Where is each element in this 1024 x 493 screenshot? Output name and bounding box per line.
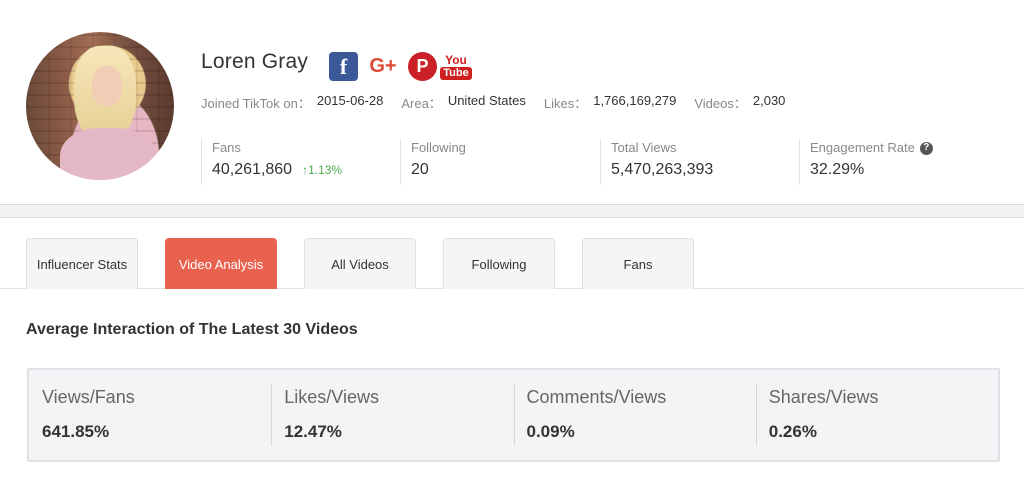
stat-engagement-rate: Engagement Rate ? 32.29% [799,139,994,185]
stat-engagement-rate-value: 32.29% [810,161,865,178]
youtube-icon-you: You [445,52,467,67]
likes-label: Likes： [543,96,588,111]
metric-shares-views-value: 0.26% [768,422,817,441]
tab-all-videos[interactable]: All Videos [304,238,416,289]
stat-total-views-label: Total Views [611,140,677,155]
videos-label: Videos： [694,96,747,111]
tab-influencer-stats[interactable]: Influencer Stats [26,238,138,289]
likes-value: 1,766,169,279 [593,93,677,108]
tab-following[interactable]: Following [443,238,555,289]
stat-fans: Fans 40,261,860 ↑1.13% [201,139,396,185]
avatar-coat [60,128,156,180]
social-links: f G+ P You Tube [329,52,472,81]
help-icon[interactable]: ? [919,141,933,155]
stat-total-views: Total Views 5,470,263,393 [600,139,795,185]
area-value: United States [447,93,526,108]
tab-fans[interactable]: Fans [582,238,694,289]
joined-value: 2015-06-28 [316,93,384,108]
metric-likes-views-value: 12.47% [284,422,342,441]
metric-shares-views: Shares/Views 0.26% [755,370,998,460]
tab-bar: Influencer Stats Video Analysis All Vide… [0,238,1024,289]
stat-following: Following 20 [400,139,595,185]
fans-growth-value: 1.13% [308,163,343,177]
fans-growth: ↑1.13% [302,163,342,177]
stat-following-label: Following [411,140,466,155]
metric-views-fans-value: 641.85% [42,422,110,441]
metric-comments-views: Comments/Views 0.09% [513,370,756,460]
youtube-icon-tube: Tube [440,66,472,80]
area-label: Area： [401,96,442,111]
profile-meta: Joined TikTok on： 2015-06-28 Area： Unite… [201,93,803,112]
influencer-name: Loren Gray [201,50,309,73]
metric-shares-views-label: Shares/Views [768,387,879,407]
avatar[interactable] [26,32,174,180]
tab-video-analysis[interactable]: Video Analysis [165,238,277,289]
google-plus-icon[interactable]: G+ [364,52,402,81]
stat-following-value: 20 [411,161,429,178]
profile-header: Loren Gray f G+ P You Tube Joined TikTok… [0,0,1024,204]
section-divider [0,204,1024,218]
metric-views-fans: Views/Fans 641.85% [29,370,271,460]
metric-comments-views-value: 0.09% [526,422,575,441]
stat-total-views-value: 5,470,263,393 [611,161,714,178]
metric-likes-views: Likes/Views 12.47% [271,370,513,460]
stat-engagement-rate-label: Engagement Rate [810,140,915,155]
stat-fans-row: 40,261,860 ↑1.13% [212,161,396,179]
metric-comments-views-label: Comments/Views [526,387,667,407]
stat-fans-label: Fans [212,140,241,155]
youtube-icon[interactable]: You Tube [440,52,472,81]
metric-views-fans-label: Views/Fans [42,387,135,407]
stat-fans-value: 40,261,860 [212,161,293,178]
videos-value: 2,030 [752,93,786,108]
joined-label: Joined TikTok on： [201,96,311,111]
metric-likes-views-label: Likes/Views [284,387,379,407]
interaction-metrics-panel: Views/Fans 641.85% Likes/Views 12.47% Co… [27,368,1000,462]
stat-engagement-rate-label-row: Engagement Rate ? [810,139,994,157]
section-title: Average Interaction of The Latest 30 Vid… [26,321,358,338]
pinterest-icon[interactable]: P [408,52,437,81]
facebook-icon[interactable]: f [329,52,358,81]
avatar-face [92,66,122,106]
